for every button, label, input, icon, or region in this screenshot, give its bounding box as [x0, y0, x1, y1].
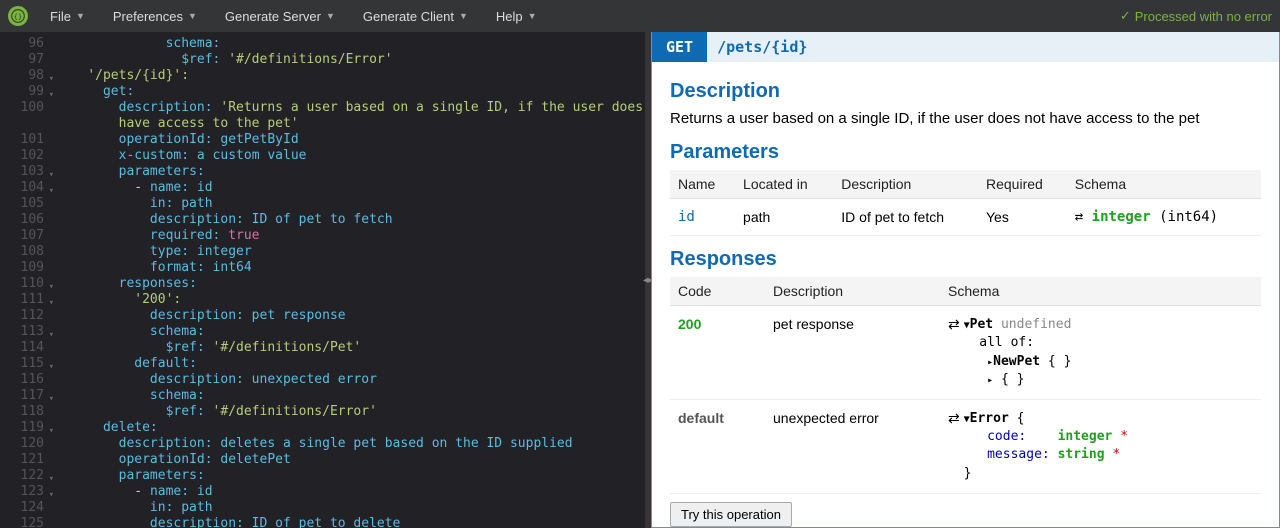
http-method-badge: GET [652, 32, 707, 62]
parameters-heading: Parameters [670, 141, 1261, 164]
swap-icon[interactable]: ⇄ [948, 316, 960, 332]
menu-generate-server[interactable]: Generate Server▼ [211, 0, 349, 32]
chevron-down-icon: ▼ [76, 11, 85, 21]
chevron-down-icon: ▼ [188, 11, 197, 21]
param-name: id [670, 199, 735, 236]
menu-file[interactable]: File▼ [36, 0, 99, 32]
operation-path: /pets/{id} [707, 32, 817, 62]
param-in: path [735, 199, 833, 236]
try-operation-button[interactable]: Try this operation [670, 502, 792, 527]
line-gutter: 969798▾99▾100101102103▾104▾1051061071081… [0, 32, 56, 528]
column-header: Description [833, 170, 978, 199]
table-row: idpathID of pet to fetchYes⇄ integer (in… [670, 199, 1261, 236]
check-icon: ✓ [1120, 8, 1131, 24]
column-header: Code [670, 277, 765, 306]
status-message: ✓ Processed with no error [1120, 8, 1272, 24]
code-editor[interactable]: 969798▾99▾100101102103▾104▾1051061071081… [0, 32, 645, 528]
column-header: Located in [735, 170, 833, 199]
chevron-down-icon: ▼ [459, 11, 468, 21]
param-desc: ID of pet to fetch [833, 199, 978, 236]
response-desc: pet response [765, 306, 940, 400]
response-code: default [670, 400, 765, 494]
swap-icon[interactable]: ⇄ [1075, 209, 1083, 225]
menu-preferences[interactable]: Preferences▼ [99, 0, 211, 32]
response-schema: ⇄ ▼Pet undefined all of: ▸NewPet { } ▸ {… [940, 306, 1261, 400]
menu-help[interactable]: Help▼ [482, 0, 551, 32]
column-header: Schema [1067, 170, 1261, 199]
response-desc: unexpected error [765, 400, 940, 494]
column-header: Schema [940, 277, 1261, 306]
column-header: Required [978, 170, 1067, 199]
table-row: 200pet response⇄ ▼Pet undefined all of: … [670, 306, 1261, 400]
response-code: 200 [670, 306, 765, 400]
parameters-table: NameLocated inDescriptionRequiredSchema … [670, 170, 1261, 236]
response-schema: ⇄ ▼Error { code: integer * message: stri… [940, 400, 1261, 494]
operation-header[interactable]: GET /pets/{id} [652, 32, 1279, 62]
param-schema: ⇄ integer (int64) [1067, 199, 1261, 236]
swap-icon[interactable]: ⇄ [948, 410, 960, 426]
column-header: Name [670, 170, 735, 199]
chevron-down-icon: ▼ [326, 11, 335, 21]
column-header: Description [765, 277, 940, 306]
doc-panel: GET /pets/{id} Description Returns a use… [651, 32, 1280, 528]
menu-generate-client[interactable]: Generate Client▼ [349, 0, 482, 32]
main-split: 969798▾99▾100101102103▾104▾1051061071081… [0, 32, 1280, 528]
responses-heading: Responses [670, 248, 1261, 271]
param-required: Yes [978, 199, 1067, 236]
swagger-logo: {} [8, 6, 28, 26]
menubar: {} File▼Preferences▼Generate Server▼Gene… [0, 0, 1280, 32]
chevron-down-icon: ▼ [528, 11, 537, 21]
svg-text:{}: {} [14, 13, 22, 21]
code-area[interactable]: schema: $ref: '#/definitions/Error' '/pe… [56, 32, 645, 528]
description-text: Returns a user based on a single ID, if … [670, 109, 1261, 129]
description-heading: Description [670, 80, 1261, 103]
responses-table: CodeDescriptionSchema 200pet response⇄ ▼… [670, 277, 1261, 494]
table-row: defaultunexpected error⇄ ▼Error { code: … [670, 400, 1261, 494]
